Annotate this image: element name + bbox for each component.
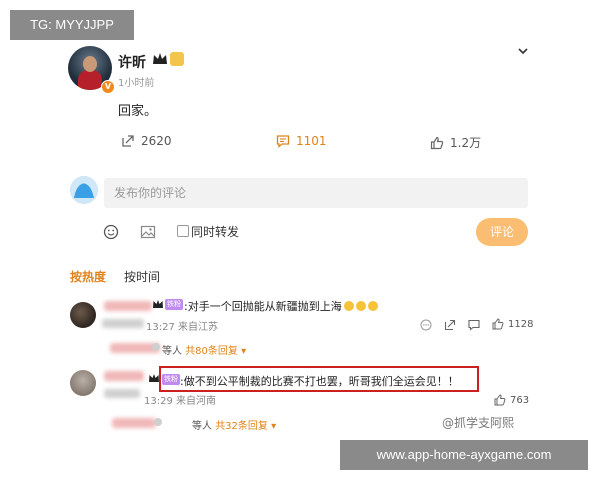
blurred-username (104, 371, 144, 381)
comment-like-button[interactable]: 763 (494, 394, 529, 406)
comment-like-count: 1128 (508, 318, 534, 330)
share-count: 2620 (141, 134, 172, 148)
comment-icon[interactable] (468, 319, 480, 331)
comment-icon (276, 135, 290, 148)
post-text: 回家。 (118, 104, 158, 119)
comment-time: 13:27 来自江苏 (146, 322, 218, 333)
tab-sort-time[interactable]: 按时间 (124, 268, 160, 285)
author-name[interactable]: 许昕 (118, 52, 146, 72)
watermark-bottom: www.app-home-ayxgame.com (340, 440, 588, 470)
blurred-username (104, 301, 152, 311)
comment-avatar[interactable] (70, 302, 96, 328)
share-button[interactable]: 2620 (121, 134, 172, 148)
reply-summary[interactable]: 等人 共80条回复 ▾ (162, 342, 246, 357)
emoji-icon (355, 301, 366, 311)
my-avatar (70, 176, 98, 204)
repost-checkbox[interactable] (177, 225, 189, 237)
submit-comment-button[interactable]: 评论 (476, 218, 528, 246)
comment-text: :对手一个回抛能从新疆抛到上海 (184, 298, 378, 314)
chevron-down-icon[interactable] (516, 44, 530, 58)
thumb-up-icon (492, 318, 504, 330)
thumb-up-icon (494, 394, 506, 406)
replier-avatar (154, 418, 162, 426)
emoji-icon[interactable] (103, 224, 119, 240)
like-count: 1.2万 (450, 136, 482, 150)
view-replies-link[interactable]: 共32条回复 (215, 421, 268, 432)
watermark-top: TG: MYYJJPP (10, 10, 134, 40)
comment-button[interactable]: 1101 (276, 134, 327, 148)
crown-icon (153, 300, 163, 308)
emoji-icon (367, 301, 378, 311)
default-avatar-icon (70, 176, 98, 204)
comment-like-count: 763 (510, 394, 530, 406)
fan-level-badge: 铁粉2 (165, 299, 183, 319)
blurred-replier-names (112, 418, 156, 428)
comment-time: 13:29 来自河南 (144, 396, 216, 407)
thumb-up-icon (430, 136, 444, 149)
tab-sort-hot[interactable]: 按热度 (70, 268, 106, 285)
reply-summary[interactable]: 等人 共32条回复 ▾ (192, 417, 276, 432)
share-icon (122, 135, 134, 147)
more-icon[interactable] (420, 319, 432, 331)
blurred-date (104, 389, 140, 398)
highlight-box (159, 366, 479, 392)
crown-icon (153, 53, 167, 64)
comment-avatar[interactable] (70, 370, 96, 396)
emoji-icon (343, 301, 354, 311)
corner-watermark: @抓学支阿熙 (442, 416, 515, 430)
blurred-date (102, 319, 144, 328)
view-replies-link[interactable]: 共80条回复 (185, 346, 238, 357)
replier-avatar (152, 343, 160, 351)
caret-down-icon: ▾ (241, 346, 247, 357)
repost-label[interactable]: 同时转发 (191, 223, 239, 240)
comment-input[interactable]: 发布你的评论 (104, 178, 528, 208)
verified-icon: V (101, 80, 115, 94)
share-icon[interactable] (444, 319, 456, 331)
like-button[interactable]: 1.2万 (430, 134, 481, 151)
rank-badge-icon (170, 52, 184, 66)
image-icon[interactable] (140, 224, 156, 240)
comment-count: 1101 (296, 134, 327, 148)
caret-down-icon: ▾ (271, 421, 277, 432)
post-time: 1小时前 (118, 78, 155, 89)
comment-like-button[interactable]: 1128 (492, 318, 533, 330)
